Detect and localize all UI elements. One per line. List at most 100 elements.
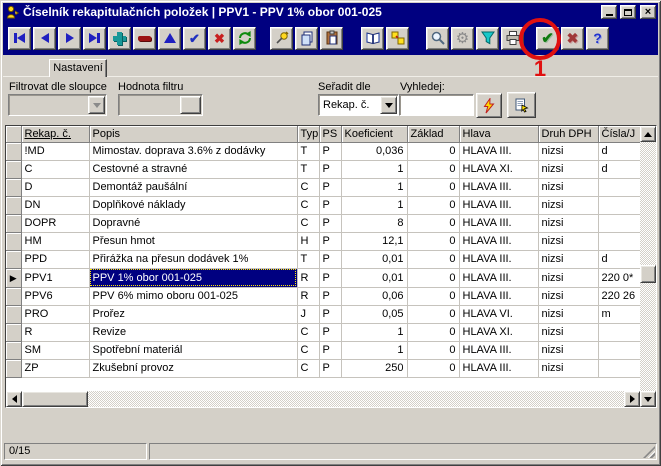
row-indicator[interactable] (6, 287, 21, 305)
table-row[interactable]: HMPřesun hmotHP12,10HLAVA III.nizsi (6, 232, 640, 250)
column-header-popis[interactable]: Popis (89, 126, 297, 142)
grid-cell[interactable]: HLAVA III. (459, 196, 538, 214)
grid-cell[interactable]: 0,06 (341, 287, 407, 305)
column-header-druhdph[interactable]: Druh DPH (538, 126, 598, 142)
grid-cell[interactable]: nizsi (538, 323, 598, 341)
grid-cell[interactable]: Přirážka na přesun dodávek 1% (89, 250, 297, 268)
paste-button[interactable] (320, 27, 343, 50)
grid-cell[interactable]: 1 (341, 160, 407, 178)
grid-cell[interactable]: 0 (407, 359, 459, 377)
table-row[interactable]: ZPZkušební provozCP2500HLAVA III.nizsi (6, 359, 640, 377)
grid-cell[interactable]: nizsi (538, 232, 598, 250)
grid-cell[interactable]: 0 (407, 268, 459, 287)
grid-cell[interactable]: HLAVA XI. (459, 160, 538, 178)
grid-cell[interactable]: HLAVA III. (459, 250, 538, 268)
grid-cell[interactable]: Doplňkové náklady (89, 196, 297, 214)
print-button[interactable] (501, 27, 524, 50)
horizontal-scroll-track[interactable] (22, 391, 624, 407)
row-indicator[interactable] (6, 341, 21, 359)
grid-cell[interactable]: C (297, 214, 319, 232)
insert-record-button[interactable] (108, 27, 131, 50)
filter-button[interactable] (476, 27, 499, 50)
grid-cell[interactable]: Přesun hmot (89, 232, 297, 250)
grid-cell[interactable]: 220 0* (598, 268, 640, 287)
grid-cell[interactable]: HLAVA III. (459, 232, 538, 250)
grid-cell[interactable]: C (297, 178, 319, 196)
table-row[interactable]: PROProřezJP0,050HLAVA VI.nizsim (6, 305, 640, 323)
next-record-button[interactable] (58, 27, 81, 50)
grid-cell[interactable]: PPV 1% obor 001-025 (89, 268, 297, 287)
grid-cell[interactable]: P (319, 142, 341, 160)
grid-cell[interactable]: P (319, 214, 341, 232)
search-input[interactable] (401, 96, 472, 114)
grid-cell[interactable] (598, 196, 640, 214)
table-row[interactable]: !MDMimostav. doprava 3.6% z dodávkyTP0,0… (6, 142, 640, 160)
pin-button[interactable] (270, 27, 293, 50)
settings-button[interactable]: ⚙ (451, 27, 474, 50)
grid-cell[interactable]: PPV6 (21, 287, 89, 305)
grid-cell[interactable]: 1 (341, 323, 407, 341)
grid-cell[interactable]: 0 (407, 305, 459, 323)
row-indicator[interactable] (6, 323, 21, 341)
grid-cell[interactable]: C (297, 359, 319, 377)
grid-cell[interactable]: PPD (21, 250, 89, 268)
row-indicator[interactable] (6, 160, 21, 178)
filter-value-browse-button[interactable] (180, 96, 201, 114)
grid-cell[interactable]: PRO (21, 305, 89, 323)
grid-cell[interactable]: Zkušební provoz (89, 359, 297, 377)
grid-cell[interactable]: R (297, 268, 319, 287)
grid-cell[interactable]: J (297, 305, 319, 323)
grid-cell[interactable]: nizsi (538, 287, 598, 305)
grid-cell[interactable]: !MD (21, 142, 89, 160)
cancel-edit-button[interactable]: ✖ (208, 27, 231, 50)
grid-cell[interactable]: P (319, 160, 341, 178)
grid-cell[interactable]: HLAVA XI. (459, 323, 538, 341)
grid-cell[interactable] (598, 323, 640, 341)
grid-cell[interactable]: HLAVA III. (459, 178, 538, 196)
resize-grip[interactable] (643, 446, 655, 458)
row-indicator[interactable] (6, 250, 21, 268)
grid-cell[interactable]: nizsi (538, 268, 598, 287)
grid-cell[interactable]: 0 (407, 232, 459, 250)
scroll-left-button[interactable] (6, 391, 22, 407)
grid-cell[interactable]: 0 (407, 287, 459, 305)
grid-cell[interactable]: Revize (89, 323, 297, 341)
grid-cell[interactable]: Dopravné (89, 214, 297, 232)
table-row[interactable]: DDemontáž paušálníCP10HLAVA III.nizsi (6, 178, 640, 196)
grid-cell[interactable]: 0,036 (341, 142, 407, 160)
grid-cell[interactable]: nizsi (538, 341, 598, 359)
prior-record-button[interactable] (33, 27, 56, 50)
grid-cell[interactable]: Demontáž paušální (89, 178, 297, 196)
table-row[interactable]: CCestovné a stravnéTP10HLAVA XI.nizsid (6, 160, 640, 178)
grid-cell[interactable]: C (297, 196, 319, 214)
close-form-button[interactable]: ✖ (561, 27, 584, 50)
grid-cell[interactable]: P (319, 341, 341, 359)
grid-cell[interactable]: C (21, 160, 89, 178)
grid-cell[interactable]: PPV 6% mimo oboru 001-025 (89, 287, 297, 305)
vertical-scroll-thumb[interactable] (640, 265, 656, 283)
table-row[interactable]: SMSpotřební materiálCP10HLAVA III.nizsi (6, 341, 640, 359)
grid-cell[interactable]: 12,1 (341, 232, 407, 250)
grid-cell[interactable]: HLAVA III. (459, 142, 538, 160)
grid-cell[interactable]: Cestovné a stravné (89, 160, 297, 178)
grid-cell[interactable]: P (319, 323, 341, 341)
grid-cell[interactable] (598, 341, 640, 359)
column-header-rekap[interactable]: Rekap. č. (21, 126, 89, 142)
grid-cell[interactable]: P (319, 232, 341, 250)
row-indicator[interactable] (6, 359, 21, 377)
column-header-ps[interactable]: PS (319, 126, 341, 142)
scroll-right-button[interactable] (624, 391, 640, 407)
filter-column-select[interactable] (8, 94, 107, 116)
grid-cell[interactable]: DOPR (21, 214, 89, 232)
grid-cell[interactable]: H (297, 232, 319, 250)
grid-cell[interactable]: nizsi (538, 178, 598, 196)
delete-record-button[interactable] (133, 27, 156, 50)
grid-cell[interactable]: P (319, 196, 341, 214)
grid-cell[interactable]: T (297, 250, 319, 268)
search-button[interactable] (426, 27, 449, 50)
grid-cell[interactable]: 0 (407, 196, 459, 214)
vertical-scrollbar[interactable] (640, 126, 656, 407)
grid-cell[interactable]: P (319, 287, 341, 305)
row-indicator[interactable] (6, 142, 21, 160)
sort-dropdown-button[interactable] (380, 96, 397, 114)
